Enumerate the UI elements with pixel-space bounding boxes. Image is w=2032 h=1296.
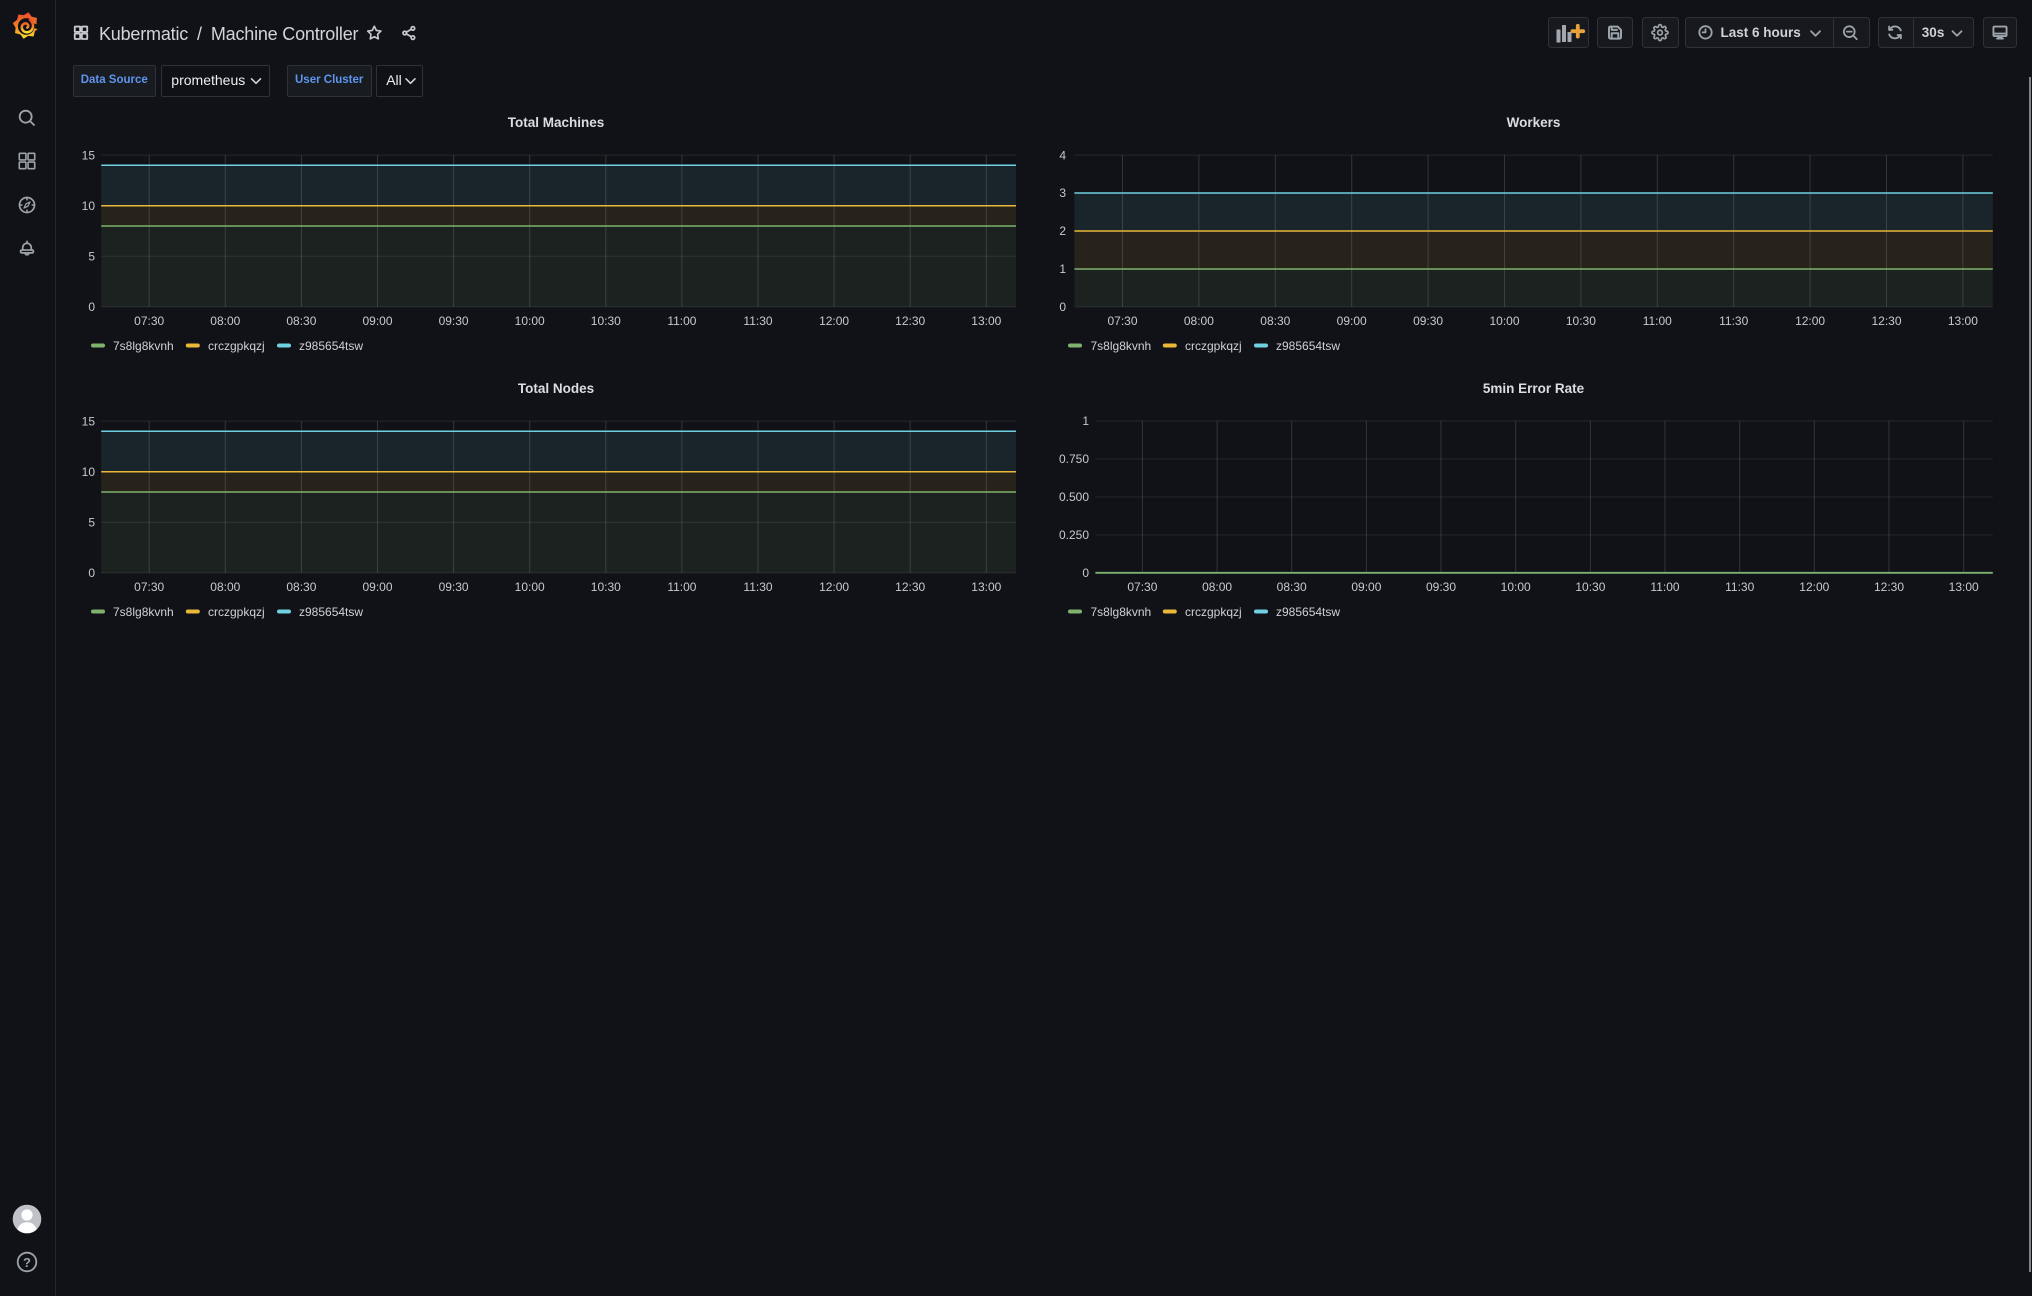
svg-text:12:30: 12:30: [1871, 314, 1901, 328]
svg-text:08:30: 08:30: [286, 580, 316, 594]
svg-text:11:00: 11:00: [667, 314, 696, 328]
svg-text:10:00: 10:00: [515, 314, 545, 328]
svg-text:13:00: 13:00: [1948, 314, 1978, 328]
svg-text:12:00: 12:00: [1795, 314, 1825, 328]
svg-text:10:00: 10:00: [515, 580, 545, 594]
svg-text:11:30: 11:30: [743, 580, 772, 594]
svg-text:z985654tsw: z985654tsw: [1276, 605, 1340, 619]
svg-text:13:00: 13:00: [971, 314, 1001, 328]
svg-text:08:30: 08:30: [1260, 314, 1290, 328]
svg-text:08:00: 08:00: [210, 580, 240, 594]
svg-text:11:00: 11:00: [667, 580, 696, 594]
svg-text:10:00: 10:00: [1489, 314, 1519, 328]
svg-text:08:30: 08:30: [1277, 580, 1307, 594]
svg-text:z985654tsw: z985654tsw: [299, 339, 363, 353]
svg-text:07:30: 07:30: [134, 314, 164, 328]
svg-text:10:30: 10:30: [1566, 314, 1596, 328]
svg-text:15: 15: [82, 414, 96, 428]
svg-text:07:30: 07:30: [1127, 580, 1157, 594]
svg-text:?: ?: [23, 1255, 31, 1270]
svg-text:12:30: 12:30: [1874, 580, 1904, 594]
svg-text:08:00: 08:00: [1202, 580, 1232, 594]
svg-text:12:30: 12:30: [895, 314, 925, 328]
svg-text:4: 4: [1059, 148, 1066, 162]
svg-text:09:30: 09:30: [1413, 314, 1443, 328]
svg-text:08:00: 08:00: [210, 314, 240, 328]
svg-text:12:00: 12:00: [1799, 580, 1829, 594]
svg-text:11:00: 11:00: [1643, 314, 1672, 328]
svg-text:0.750: 0.750: [1059, 452, 1089, 466]
svg-text:0: 0: [88, 566, 95, 580]
svg-text:11:30: 11:30: [743, 314, 772, 328]
svg-text:3: 3: [1059, 186, 1066, 200]
svg-text:1: 1: [1082, 414, 1089, 428]
svg-text:12:00: 12:00: [819, 314, 849, 328]
svg-text:10: 10: [82, 199, 96, 213]
svg-text:09:30: 09:30: [439, 580, 469, 594]
svg-text:7s8lg8kvnh: 7s8lg8kvnh: [1091, 605, 1152, 619]
svg-text:0: 0: [1059, 300, 1066, 314]
svg-text:5: 5: [88, 250, 95, 264]
svg-text:7s8lg8kvnh: 7s8lg8kvnh: [113, 605, 174, 619]
svg-text:10:30: 10:30: [591, 314, 621, 328]
svg-text:09:00: 09:00: [1351, 580, 1381, 594]
svg-text:z985654tsw: z985654tsw: [299, 605, 363, 619]
svg-text:5min Error Rate: 5min Error Rate: [1483, 381, 1585, 396]
svg-text:11:30: 11:30: [1725, 580, 1754, 594]
svg-text:10:00: 10:00: [1501, 580, 1531, 594]
svg-text:10:30: 10:30: [1575, 580, 1605, 594]
svg-text:11:00: 11:00: [1650, 580, 1679, 594]
svg-text:08:30: 08:30: [286, 314, 316, 328]
svg-text:10:30: 10:30: [591, 580, 621, 594]
svg-text:07:30: 07:30: [134, 580, 164, 594]
svg-text:13:00: 13:00: [1949, 580, 1979, 594]
svg-text:0: 0: [88, 300, 95, 314]
svg-text:Workers: Workers: [1507, 115, 1561, 130]
svg-text:crczgpkqzj: crczgpkqzj: [1185, 605, 1242, 619]
svg-text:z985654tsw: z985654tsw: [1276, 339, 1340, 353]
svg-text:10: 10: [82, 465, 96, 479]
svg-text:2: 2: [1059, 224, 1066, 238]
svg-text:15: 15: [82, 148, 96, 162]
svg-text:Total Machines: Total Machines: [508, 115, 605, 130]
svg-text:7s8lg8kvnh: 7s8lg8kvnh: [1091, 339, 1152, 353]
svg-text:11:30: 11:30: [1719, 314, 1748, 328]
svg-text:crczgpkqzj: crczgpkqzj: [208, 339, 265, 353]
svg-text:crczgpkqzj: crczgpkqzj: [1185, 339, 1242, 353]
svg-text:5: 5: [88, 516, 95, 530]
svg-text:12:00: 12:00: [819, 580, 849, 594]
svg-text:07:30: 07:30: [1107, 314, 1137, 328]
svg-text:13:00: 13:00: [971, 580, 1001, 594]
svg-text:0: 0: [1082, 566, 1089, 580]
svg-text:Total Nodes: Total Nodes: [518, 381, 594, 396]
svg-text:08:00: 08:00: [1184, 314, 1214, 328]
svg-text:09:30: 09:30: [439, 314, 469, 328]
svg-text:0.500: 0.500: [1059, 490, 1089, 504]
svg-text:0.250: 0.250: [1059, 528, 1089, 542]
svg-text:crczgpkqzj: crczgpkqzj: [208, 605, 265, 619]
svg-text:09:00: 09:00: [362, 580, 392, 594]
svg-text:09:30: 09:30: [1426, 580, 1456, 594]
svg-text:7s8lg8kvnh: 7s8lg8kvnh: [113, 339, 174, 353]
svg-text:1: 1: [1059, 262, 1066, 276]
svg-text:09:00: 09:00: [1337, 314, 1367, 328]
svg-text:12:30: 12:30: [895, 580, 925, 594]
svg-text:09:00: 09:00: [362, 314, 392, 328]
